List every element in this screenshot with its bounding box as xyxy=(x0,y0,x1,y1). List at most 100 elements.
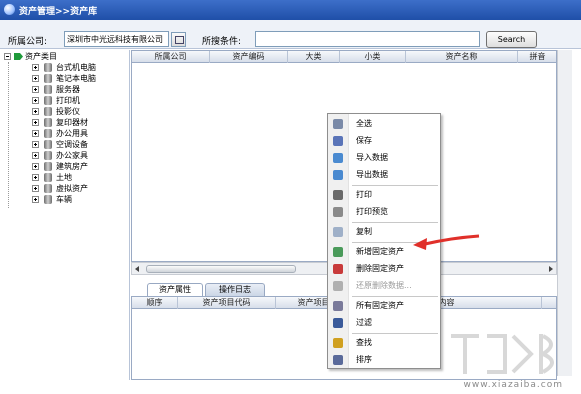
detail-column-header[interactable]: 资产项目代码 xyxy=(178,297,276,309)
context-menu-item[interactable]: 导出数据 xyxy=(328,167,440,182)
context-menu-item-label: 还原删除数据... xyxy=(356,281,412,290)
expand-icon[interactable] xyxy=(32,75,39,82)
sort-icon xyxy=(333,355,343,365)
expand-icon[interactable] xyxy=(32,141,39,148)
expand-icon[interactable] xyxy=(32,64,39,71)
all-assets-icon xyxy=(333,301,343,311)
context-menu-item[interactable]: 全选 xyxy=(328,116,440,131)
tree-item-label: 车辆 xyxy=(56,195,72,204)
context-menu-item[interactable]: 导入数据 xyxy=(328,150,440,165)
tree-item-label: 建筑房产 xyxy=(56,162,88,171)
context-menu-item-label: 排序 xyxy=(356,355,372,364)
context-menu-item-label: 过滤 xyxy=(356,318,372,327)
context-menu-item-label: 全选 xyxy=(356,119,372,128)
filter-icon xyxy=(333,318,343,328)
context-menu-item[interactable]: 所有固定资产 xyxy=(328,298,440,313)
tree-item-label: 土地 xyxy=(56,173,72,182)
scroll-left-icon[interactable] xyxy=(135,266,139,272)
context-menu-separator xyxy=(352,185,438,186)
search-condition-label: 所搜条件: xyxy=(202,37,242,47)
annotation-arrow-icon xyxy=(413,234,480,250)
detail-column-header[interactable]: 顺序 xyxy=(132,297,178,309)
context-menu-separator xyxy=(352,333,438,334)
find-icon xyxy=(333,338,343,348)
database-icon xyxy=(44,184,52,193)
expand-icon[interactable] xyxy=(32,174,39,181)
collapse-icon[interactable] xyxy=(4,53,11,60)
tree-item-label: 打印机 xyxy=(56,96,80,105)
expand-icon[interactable] xyxy=(32,196,39,203)
database-icon xyxy=(44,96,52,105)
database-icon xyxy=(44,173,52,182)
asset-grid-header: 所属公司 资产编码 大类 小类 资产名称 拼音 xyxy=(132,51,556,63)
database-icon xyxy=(44,118,52,127)
context-menu-item-label: 新增固定资产 xyxy=(356,247,404,256)
column-header[interactable]: 小类 xyxy=(340,51,406,63)
asset-category-tree: 资产类目 台式机电脑 笔记本电脑 服务器 打印机 投影仪 复印器材 办公用具 空调设备 办公家具… xyxy=(0,50,130,380)
company-select[interactable]: 深圳市中光远科技有限公司 xyxy=(64,31,169,47)
expand-icon[interactable] xyxy=(32,97,39,104)
context-menu-item[interactable]: 排序 xyxy=(328,352,440,367)
tree-item-label: 办公用具 xyxy=(56,129,88,138)
scrollbar-thumb[interactable] xyxy=(146,265,296,273)
restore-icon xyxy=(333,281,343,291)
expand-icon[interactable] xyxy=(32,185,39,192)
tree-item-label: 复印器材 xyxy=(56,118,88,127)
expand-icon[interactable] xyxy=(32,86,39,93)
context-menu-item[interactable]: 保存 xyxy=(328,133,440,148)
folder-arrow-icon xyxy=(14,53,23,60)
company-picker-button[interactable] xyxy=(171,32,186,47)
context-menu-item[interactable]: 还原删除数据... xyxy=(328,278,440,293)
database-icon xyxy=(44,151,52,160)
context-menu-item-label: 所有固定资产 xyxy=(356,301,404,310)
context-menu-item[interactable]: 过滤 xyxy=(328,315,440,330)
context-menu-item[interactable]: 打印预览 xyxy=(328,204,440,219)
select-all-icon xyxy=(333,119,343,129)
app-logo-icon xyxy=(4,4,15,15)
context-menu-item-label: 查找 xyxy=(356,338,372,347)
company-label: 所属公司: xyxy=(8,37,48,47)
title-bar: 资产管理>>资产库 xyxy=(0,0,581,20)
database-icon xyxy=(44,195,52,204)
database-icon xyxy=(44,140,52,149)
expand-icon[interactable] xyxy=(32,119,39,126)
expand-icon[interactable] xyxy=(32,163,39,170)
context-menu-item-label: 导出数据 xyxy=(356,170,388,179)
tree-item-label: 服务器 xyxy=(56,85,80,94)
column-header[interactable]: 资产名称 xyxy=(406,51,518,63)
delete-asset-icon xyxy=(333,264,343,274)
watermark-text: www.xiazaiba.com xyxy=(463,380,563,390)
save-icon xyxy=(333,136,343,146)
context-menu-item[interactable]: 打印 xyxy=(328,187,440,202)
expand-icon[interactable] xyxy=(32,108,39,115)
tree-item-label: 办公家具 xyxy=(56,151,88,160)
context-menu-item-label: 删除固定资产 xyxy=(356,264,404,273)
tree-item-label: 台式机电脑 xyxy=(56,63,96,72)
database-icon xyxy=(44,85,52,94)
column-header[interactable]: 所属公司 xyxy=(132,51,210,63)
tree-item-label: 空调设备 xyxy=(56,140,88,149)
context-menu-item[interactable]: 查找 xyxy=(328,335,440,350)
expand-icon[interactable] xyxy=(32,130,39,137)
column-header[interactable]: 大类 xyxy=(288,51,340,63)
column-header[interactable]: 资产编码 xyxy=(210,51,288,63)
tab-asset-properties[interactable]: 资产属性 xyxy=(147,283,203,296)
context-menu-item[interactable]: 删除固定资产 xyxy=(328,261,440,276)
context-menu-separator xyxy=(352,296,438,297)
search-button[interactable]: Search xyxy=(486,31,537,48)
print-preview-icon xyxy=(333,207,343,217)
tree-item-label: 投影仪 xyxy=(56,107,80,116)
tree-guide-line xyxy=(8,62,9,208)
database-icon xyxy=(44,162,52,171)
database-icon xyxy=(44,63,52,72)
context-menu-item-label: 打印预览 xyxy=(356,207,388,216)
scroll-right-icon[interactable] xyxy=(549,266,553,272)
expand-icon[interactable] xyxy=(32,152,39,159)
database-icon xyxy=(44,129,52,138)
tab-operation-log[interactable]: 操作日志 xyxy=(205,283,265,296)
tree-item-label: 虚拟资产 xyxy=(56,184,88,193)
column-header[interactable]: 拼音 xyxy=(518,51,556,63)
search-condition-input[interactable] xyxy=(255,31,480,47)
add-asset-icon xyxy=(333,247,343,257)
export-icon xyxy=(333,170,343,180)
